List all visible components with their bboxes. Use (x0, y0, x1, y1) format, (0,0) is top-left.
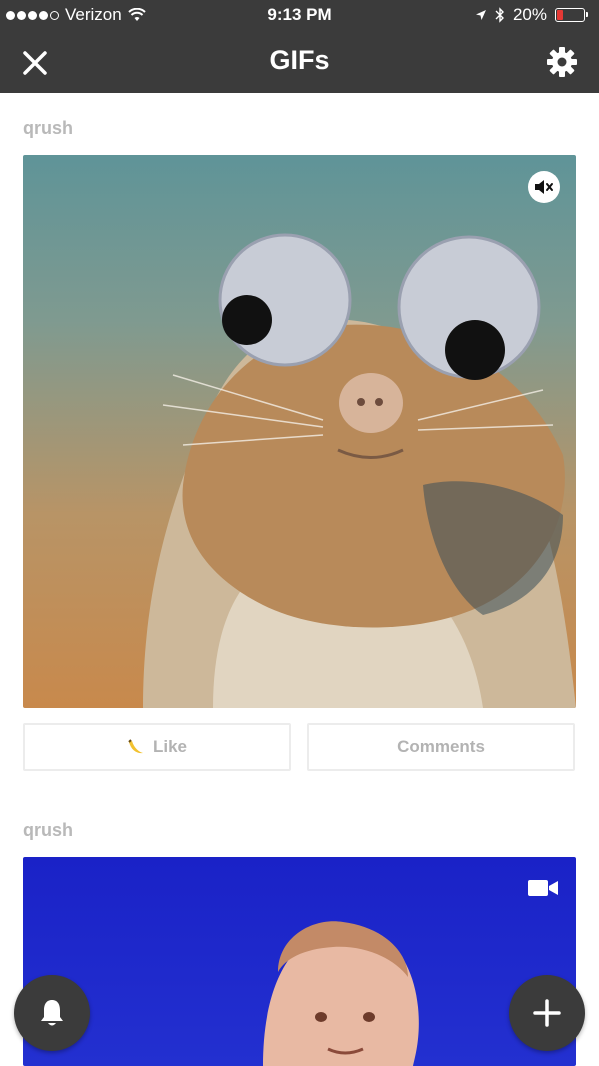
battery-level (557, 10, 563, 20)
mute-icon[interactable] (528, 171, 560, 203)
video-camera-icon (528, 880, 558, 896)
comments-label: Comments (397, 737, 485, 756)
bluetooth-icon (495, 7, 504, 23)
nav-bar: GIFs (0, 30, 599, 93)
post-username[interactable]: qrush (23, 820, 73, 841)
bell-icon (41, 1000, 63, 1026)
gear-icon[interactable] (545, 45, 579, 79)
banana-icon (128, 739, 143, 754)
battery-icon (555, 8, 588, 22)
post-username[interactable]: qrush (23, 118, 73, 139)
meerkat-illustration (143, 233, 576, 708)
like-label: Like (152, 737, 188, 756)
plus-icon (533, 999, 561, 1027)
like-button[interactable]: Like (23, 723, 291, 771)
page-title: GIFs (269, 45, 330, 75)
battery-percent: 20% (512, 5, 547, 24)
add-button[interactable] (509, 975, 585, 1051)
status-right: 20% (475, 5, 588, 25)
location-arrow-icon (475, 10, 486, 20)
gif-image[interactable] (23, 155, 576, 708)
person-illustration (263, 921, 419, 1066)
status-bar: Verizon 9:13 PM 20% (0, 0, 599, 30)
video-thumbnail[interactable] (23, 857, 576, 1066)
comments-button[interactable]: Comments (307, 723, 575, 771)
notifications-button[interactable] (14, 975, 90, 1051)
